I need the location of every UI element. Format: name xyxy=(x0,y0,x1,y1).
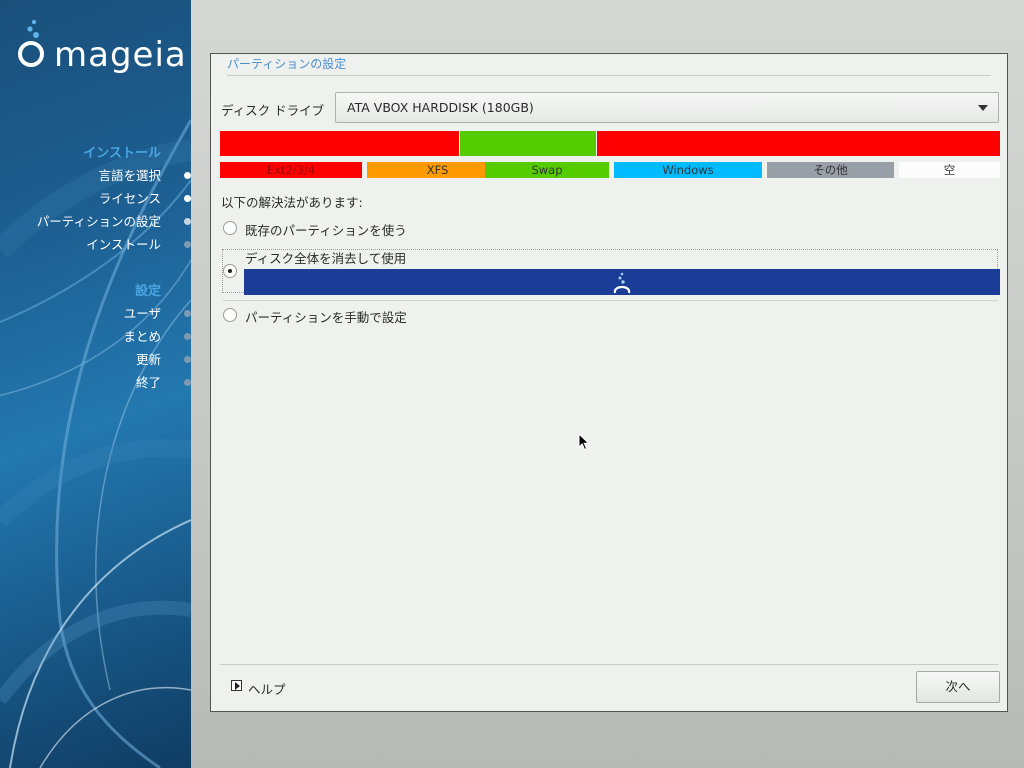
legend-free: 空 xyxy=(899,162,1000,178)
legend-other: その他 xyxy=(767,162,894,178)
nav-item-install: インストール xyxy=(37,233,191,256)
radio-erase-disk[interactable] xyxy=(223,264,237,278)
partition-type-legend: Ext2/3/4 XFS Swap Windows その他 空 xyxy=(220,162,1000,178)
mageia-logo: mageia xyxy=(14,16,187,75)
nav-item-finish: 終了 xyxy=(123,371,191,394)
option-label: ディスク全体を消去して使用 xyxy=(245,251,407,266)
option-label: 既存のパーティションを使う xyxy=(245,223,407,238)
nav-item-license: ライセンス xyxy=(37,187,191,210)
erase-disk-preview-bar xyxy=(244,269,1000,295)
legend-swap: Swap xyxy=(485,162,609,178)
step-pending-dot xyxy=(184,241,191,248)
mouse-pointer-icon xyxy=(578,433,590,451)
step-done-dot xyxy=(184,172,191,179)
mageia-cauldron-icon xyxy=(613,272,631,294)
nav-item-language: 言語を選択 xyxy=(37,164,191,187)
nav-item-partitioning: パーティションの設定 xyxy=(37,210,191,233)
step-pending-dot xyxy=(184,379,191,386)
partition-segment-1[interactable] xyxy=(220,131,459,156)
chevron-down-icon xyxy=(978,105,988,111)
radio-manual-partitioning[interactable] xyxy=(223,308,237,322)
sidebar-background-swirls xyxy=(0,119,191,768)
disk-drive-select[interactable]: ATA VBOX HARDDISK (180GB) xyxy=(335,92,999,123)
option-label: パーティションを手動で設定 xyxy=(245,310,407,325)
partition-map-bar[interactable] xyxy=(220,131,1000,156)
disk-drive-label: ディスク ドライブ xyxy=(221,103,325,118)
play-icon xyxy=(231,680,242,691)
nav-item-summary: まとめ xyxy=(123,325,191,348)
option-divider xyxy=(223,300,998,301)
nav-section-install: インストール 言語を選択 ライセンス パーティションの設定 インストール xyxy=(37,144,191,256)
window-title: パーティションの設定 xyxy=(227,57,347,71)
title-divider xyxy=(227,75,991,76)
nav-item-user: ユーザ xyxy=(123,302,191,325)
solutions-label: 以下の解決法があります: xyxy=(221,195,363,210)
partition-segment-2[interactable] xyxy=(459,131,596,156)
legend-windows: Windows xyxy=(614,162,762,178)
mageia-cauldron-icon xyxy=(18,19,44,67)
legend-ext: Ext2/3/4 xyxy=(220,162,362,178)
nav-item-update: 更新 xyxy=(123,348,191,371)
disk-drive-value: ATA VBOX HARDDISK (180GB) xyxy=(347,100,534,115)
step-pending-dot xyxy=(184,356,191,363)
step-pending-dot xyxy=(184,333,191,340)
nav-heading-install: インストール xyxy=(83,146,161,161)
partitioning-window: パーティションの設定 ディスク ドライブ ATA VBOX HARDDISK (… xyxy=(210,53,1008,712)
brand-name: mageia xyxy=(54,35,187,75)
step-current-dot xyxy=(184,218,191,225)
radio-use-existing[interactable] xyxy=(223,221,237,235)
step-done-dot xyxy=(184,195,191,202)
nav-heading-settings: 設定 xyxy=(134,284,161,299)
next-button[interactable]: 次へ xyxy=(916,671,1000,703)
nav-section-settings: 設定 ユーザ まとめ 更新 終了 xyxy=(123,282,191,394)
partition-segment-3[interactable] xyxy=(596,131,1000,156)
sidebar: mageia インストール 言語を選択 ライセンス パーティションの設定 インス… xyxy=(0,0,191,768)
bottom-divider xyxy=(220,664,998,665)
help-label: ヘルプ xyxy=(248,682,286,697)
step-pending-dot xyxy=(184,310,191,317)
